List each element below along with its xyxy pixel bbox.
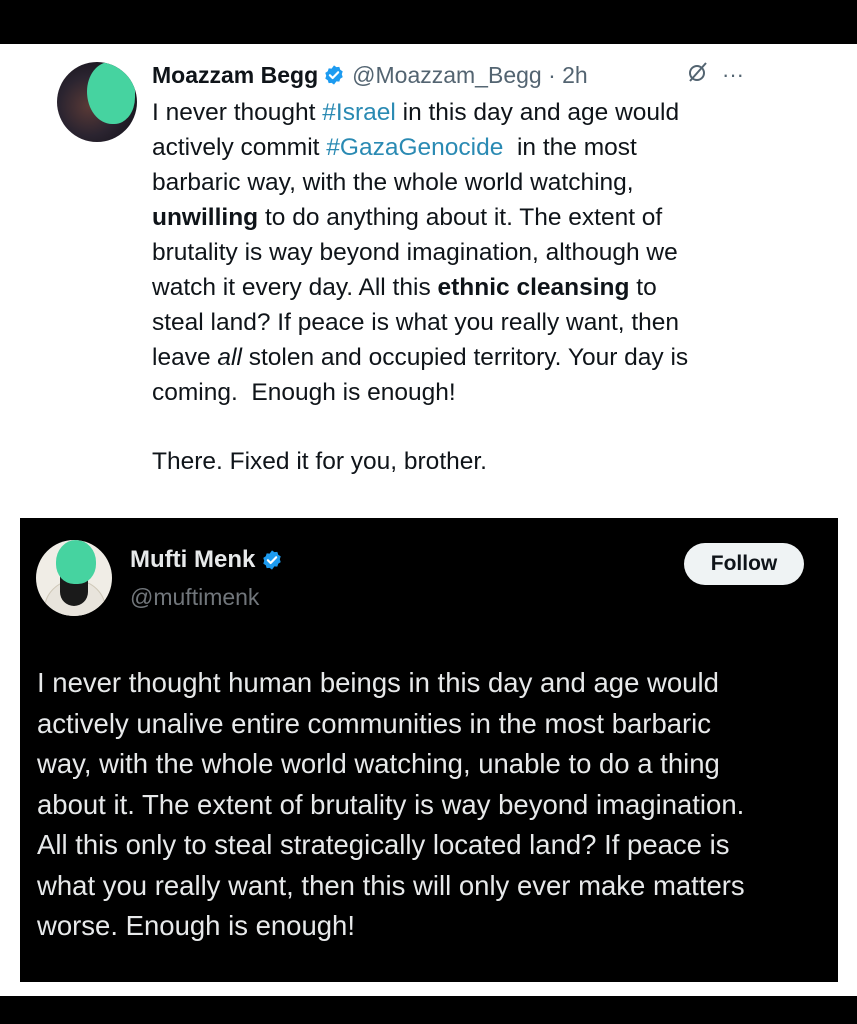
quote-tweet-light: Moazzam Begg @Moazzam_Begg · 2h ··· I ne…: [0, 0, 857, 515]
author-handle[interactable]: @muftimenk: [130, 584, 259, 611]
tweet-line: worse. Enough is enough!: [37, 910, 355, 941]
text-segment: coming. Enough is enough!: [152, 379, 456, 406]
text-segment: leave: [152, 344, 218, 371]
tweet-line: way, with the whole world watching, unab…: [37, 748, 720, 779]
text-segment: watch it every day. All this: [152, 274, 438, 301]
text-segment: to do anything about it. The extent of: [258, 204, 663, 231]
tweet-line: about it. The extent of brutality is way…: [37, 788, 745, 820]
text-segment: in the most: [503, 134, 637, 161]
author-handle-time[interactable]: @Moazzam_Begg · 2h: [352, 62, 588, 89]
tweet-text: I never thought human beings in this day…: [37, 663, 827, 947]
hashtag-link[interactable]: #GazaGenocide: [326, 134, 503, 161]
bold-text: ethnic cleansing: [437, 274, 630, 301]
censor-blob: [56, 540, 96, 584]
tweet-line: actively commit #GazaGenocide in the mos…: [152, 130, 802, 165]
grok-icon[interactable]: [686, 60, 710, 90]
tweet-line: I never thought human beings in this day…: [37, 667, 719, 698]
verified-badge-icon: [323, 64, 345, 86]
more-options-icon[interactable]: ···: [722, 62, 744, 88]
text-segment: to: [629, 274, 657, 301]
tweet-text: I never thought #Israel in this day and …: [152, 95, 802, 410]
tweet-line: steal land? If peace is what you really …: [152, 305, 802, 340]
censor-blob: [87, 62, 135, 124]
verified-badge-icon: [261, 549, 283, 571]
tweet-line: unwilling to do anything about it. The e…: [152, 200, 802, 235]
text-segment: in this day and age would: [395, 99, 680, 126]
text-segment: stolen and occupied territory. Your day …: [241, 344, 689, 371]
tweet-line: brutality is way beyond imagination, alt…: [152, 235, 802, 270]
tweet-line: leave all stolen and occupied territory.…: [152, 340, 802, 375]
tweet-line: actively unalive entire communities in t…: [37, 707, 712, 739]
author-name[interactable]: Moazzam Begg: [152, 62, 318, 89]
text-segment: brutality is way beyond imagination, alt…: [152, 239, 678, 266]
text-segment: actively commit: [152, 134, 327, 161]
tweet-header: Moazzam Begg @Moazzam_Begg · 2h: [152, 58, 588, 92]
author-name-row: Mufti Menk: [130, 546, 283, 574]
caption-text: There. Fixed it for you, brother.: [152, 448, 487, 475]
follow-button[interactable]: Follow: [684, 543, 804, 585]
text-segment: steal land? If peace is what you really …: [152, 309, 680, 336]
original-tweet-dark: Mufti Menk @muftimenk Follow I never tho…: [20, 518, 838, 982]
tweet-line: All this only to steal strategically loc…: [37, 829, 730, 860]
italic-text: all: [217, 344, 242, 371]
text-segment: barbaric way, with the whole world watch…: [152, 169, 634, 196]
tweet-line: I never thought #Israel in this day and …: [152, 95, 802, 130]
tweet-line: coming. Enough is enough!: [152, 375, 802, 410]
tweet-line: barbaric way, with the whole world watch…: [152, 165, 802, 200]
avatar[interactable]: [57, 62, 137, 142]
hashtag-link[interactable]: #Israel: [322, 99, 396, 126]
avatar[interactable]: [36, 540, 112, 616]
tweet-line: watch it every day. All this ethnic clea…: [152, 270, 802, 305]
tweet-line: what you really want, then this will onl…: [37, 869, 745, 901]
text-segment: I never thought: [152, 99, 323, 126]
author-name[interactable]: Mufti Menk: [130, 546, 255, 574]
bold-text: unwilling: [152, 204, 259, 231]
